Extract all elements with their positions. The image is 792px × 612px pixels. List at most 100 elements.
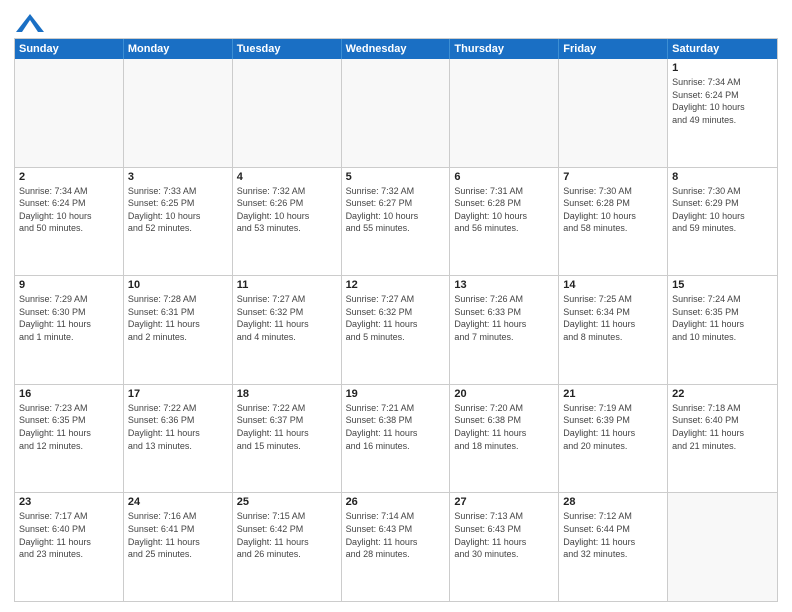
calendar-cell: 27 Sunrise: 7:13 AM Sunset: 6:43 PM Dayli…: [450, 493, 559, 601]
day-number: 1: [672, 62, 773, 74]
header-cell-thursday: Thursday: [450, 39, 559, 59]
day-info: Sunrise: 7:12 AM Sunset: 6:44 PM Dayligh…: [563, 510, 663, 560]
calendar-cell: [668, 493, 777, 601]
day-number: 5: [346, 171, 446, 183]
calendar-row-1: 2 Sunrise: 7:34 AM Sunset: 6:24 PM Daylig…: [15, 167, 777, 276]
day-info: Sunrise: 7:32 AM Sunset: 6:27 PM Dayligh…: [346, 185, 446, 235]
calendar-cell: [15, 59, 124, 167]
calendar-cell: 10 Sunrise: 7:28 AM Sunset: 6:31 PM Dayli…: [124, 276, 233, 384]
day-info: Sunrise: 7:28 AM Sunset: 6:31 PM Dayligh…: [128, 293, 228, 343]
day-info: Sunrise: 7:19 AM Sunset: 6:39 PM Dayligh…: [563, 402, 663, 452]
day-info: Sunrise: 7:25 AM Sunset: 6:34 PM Dayligh…: [563, 293, 663, 343]
calendar-header: SundayMondayTuesdayWednesdayThursdayFrid…: [15, 39, 777, 59]
day-info: Sunrise: 7:15 AM Sunset: 6:42 PM Dayligh…: [237, 510, 337, 560]
calendar-cell: [233, 59, 342, 167]
day-info: Sunrise: 7:26 AM Sunset: 6:33 PM Dayligh…: [454, 293, 554, 343]
day-number: 26: [346, 496, 446, 508]
day-number: 2: [19, 171, 119, 183]
calendar-cell: 21 Sunrise: 7:19 AM Sunset: 6:39 PM Dayli…: [559, 385, 668, 493]
day-number: 20: [454, 388, 554, 400]
header: [14, 10, 778, 32]
calendar: SundayMondayTuesdayWednesdayThursdayFrid…: [14, 38, 778, 602]
day-info: Sunrise: 7:27 AM Sunset: 6:32 PM Dayligh…: [346, 293, 446, 343]
day-info: Sunrise: 7:31 AM Sunset: 6:28 PM Dayligh…: [454, 185, 554, 235]
calendar-cell: 4Sunrise: 7:32 AM Sunset: 6:26 PM Daylig…: [233, 168, 342, 276]
calendar-cell: 26 Sunrise: 7:14 AM Sunset: 6:43 PM Dayli…: [342, 493, 451, 601]
day-number: 27: [454, 496, 554, 508]
day-number: 12: [346, 279, 446, 291]
day-number: 6: [454, 171, 554, 183]
day-number: 22: [672, 388, 773, 400]
calendar-cell: 17 Sunrise: 7:22 AM Sunset: 6:36 PM Dayli…: [124, 385, 233, 493]
day-number: 28: [563, 496, 663, 508]
calendar-cell: 23Sunrise: 7:17 AM Sunset: 6:40 PM Dayli…: [15, 493, 124, 601]
day-number: 7: [563, 171, 663, 183]
day-number: 8: [672, 171, 773, 183]
day-number: 19: [346, 388, 446, 400]
header-cell-tuesday: Tuesday: [233, 39, 342, 59]
calendar-cell: 16 Sunrise: 7:23 AM Sunset: 6:35 PM Dayli…: [15, 385, 124, 493]
calendar-cell: 19 Sunrise: 7:21 AM Sunset: 6:38 PM Dayli…: [342, 385, 451, 493]
calendar-cell: 24 Sunrise: 7:16 AM Sunset: 6:41 PM Dayli…: [124, 493, 233, 601]
calendar-cell: 13 Sunrise: 7:26 AM Sunset: 6:33 PM Dayli…: [450, 276, 559, 384]
calendar-cell: 12 Sunrise: 7:27 AM Sunset: 6:32 PM Dayli…: [342, 276, 451, 384]
day-info: Sunrise: 7:23 AM Sunset: 6:35 PM Dayligh…: [19, 402, 119, 452]
day-number: 25: [237, 496, 337, 508]
day-number: 13: [454, 279, 554, 291]
calendar-cell: 6 Sunrise: 7:31 AM Sunset: 6:28 PM Daylig…: [450, 168, 559, 276]
day-info: Sunrise: 7:30 AM Sunset: 6:28 PM Dayligh…: [563, 185, 663, 235]
day-number: 23: [19, 496, 119, 508]
day-number: 21: [563, 388, 663, 400]
calendar-cell: [559, 59, 668, 167]
day-number: 14: [563, 279, 663, 291]
calendar-cell: 8 Sunrise: 7:30 AM Sunset: 6:29 PM Daylig…: [668, 168, 777, 276]
day-number: 18: [237, 388, 337, 400]
calendar-cell: 1 Sunrise: 7:34 AM Sunset: 6:24 PM Daylig…: [668, 59, 777, 167]
header-cell-wednesday: Wednesday: [342, 39, 451, 59]
calendar-cell: [124, 59, 233, 167]
day-info: Sunrise: 7:20 AM Sunset: 6:38 PM Dayligh…: [454, 402, 554, 452]
day-info: Sunrise: 7:21 AM Sunset: 6:38 PM Dayligh…: [346, 402, 446, 452]
calendar-cell: 7 Sunrise: 7:30 AM Sunset: 6:28 PM Daylig…: [559, 168, 668, 276]
calendar-cell: 3Sunrise: 7:33 AM Sunset: 6:25 PM Daylig…: [124, 168, 233, 276]
logo-icon: [16, 14, 44, 32]
day-info: Sunrise: 7:29 AM Sunset: 6:30 PM Dayligh…: [19, 293, 119, 343]
day-info: Sunrise: 7:27 AM Sunset: 6:32 PM Dayligh…: [237, 293, 337, 343]
day-number: 3: [128, 171, 228, 183]
page: SundayMondayTuesdayWednesdayThursdayFrid…: [0, 0, 792, 612]
header-cell-monday: Monday: [124, 39, 233, 59]
calendar-cell: [450, 59, 559, 167]
header-cell-sunday: Sunday: [15, 39, 124, 59]
header-cell-saturday: Saturday: [668, 39, 777, 59]
day-info: Sunrise: 7:16 AM Sunset: 6:41 PM Dayligh…: [128, 510, 228, 560]
calendar-cell: 2 Sunrise: 7:34 AM Sunset: 6:24 PM Daylig…: [15, 168, 124, 276]
calendar-cell: 20 Sunrise: 7:20 AM Sunset: 6:38 PM Dayli…: [450, 385, 559, 493]
day-number: 11: [237, 279, 337, 291]
day-info: Sunrise: 7:30 AM Sunset: 6:29 PM Dayligh…: [672, 185, 773, 235]
day-number: 16: [19, 388, 119, 400]
calendar-cell: 14 Sunrise: 7:25 AM Sunset: 6:34 PM Dayli…: [559, 276, 668, 384]
day-info: Sunrise: 7:34 AM Sunset: 6:24 PM Dayligh…: [672, 76, 773, 126]
day-info: Sunrise: 7:14 AM Sunset: 6:43 PM Dayligh…: [346, 510, 446, 560]
calendar-row-2: 9 Sunrise: 7:29 AM Sunset: 6:30 PM Daylig…: [15, 275, 777, 384]
day-info: Sunrise: 7:18 AM Sunset: 6:40 PM Dayligh…: [672, 402, 773, 452]
day-number: 4: [237, 171, 337, 183]
calendar-row-3: 16 Sunrise: 7:23 AM Sunset: 6:35 PM Dayli…: [15, 384, 777, 493]
calendar-cell: 9 Sunrise: 7:29 AM Sunset: 6:30 PM Daylig…: [15, 276, 124, 384]
calendar-cell: 25 Sunrise: 7:15 AM Sunset: 6:42 PM Dayli…: [233, 493, 342, 601]
calendar-cell: 22 Sunrise: 7:18 AM Sunset: 6:40 PM Dayli…: [668, 385, 777, 493]
calendar-cell: 5 Sunrise: 7:32 AM Sunset: 6:27 PM Daylig…: [342, 168, 451, 276]
calendar-cell: [342, 59, 451, 167]
day-info: Sunrise: 7:34 AM Sunset: 6:24 PM Dayligh…: [19, 185, 119, 235]
day-info: Sunrise: 7:24 AM Sunset: 6:35 PM Dayligh…: [672, 293, 773, 343]
calendar-cell: 18Sunrise: 7:22 AM Sunset: 6:37 PM Dayli…: [233, 385, 342, 493]
day-info: Sunrise: 7:22 AM Sunset: 6:36 PM Dayligh…: [128, 402, 228, 452]
calendar-cell: 28 Sunrise: 7:12 AM Sunset: 6:44 PM Dayli…: [559, 493, 668, 601]
day-number: 10: [128, 279, 228, 291]
header-cell-friday: Friday: [559, 39, 668, 59]
day-info: Sunrise: 7:13 AM Sunset: 6:43 PM Dayligh…: [454, 510, 554, 560]
logo: [14, 14, 44, 32]
day-number: 9: [19, 279, 119, 291]
day-number: 17: [128, 388, 228, 400]
day-number: 24: [128, 496, 228, 508]
